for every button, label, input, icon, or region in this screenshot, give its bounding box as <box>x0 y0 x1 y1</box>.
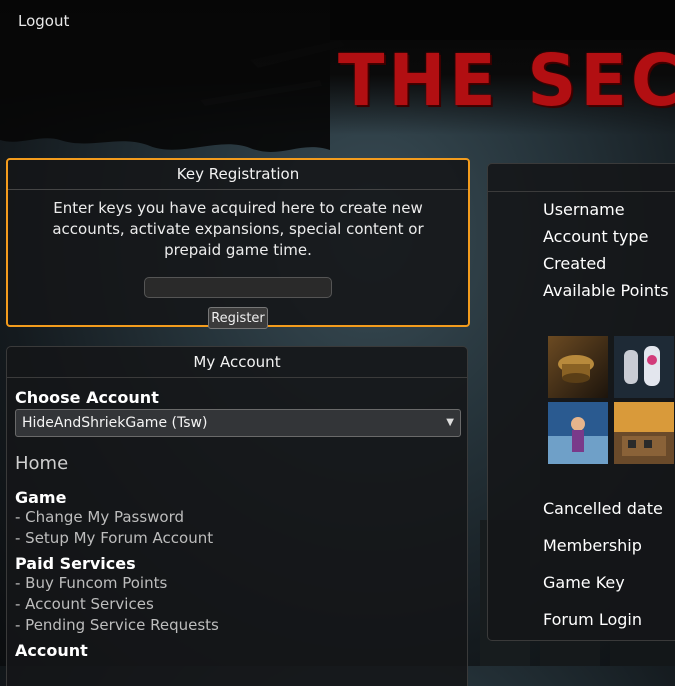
change-password-link[interactable]: - Change My Password <box>15 507 459 528</box>
register-button[interactable]: Register <box>208 307 268 329</box>
account-status-labels: Cancelled date Membership Game Key Forum… <box>543 498 663 646</box>
my-account-panel: My Account Choose Account HideAndShriekG… <box>6 346 468 686</box>
forum-login-link[interactable]: Forum Login <box>543 609 663 646</box>
dropdown-arrow-icon: ▼ <box>446 417 454 428</box>
game-thumbnail-4[interactable] <box>614 402 674 464</box>
account-select[interactable]: HideAndShriekGame (Tsw) ▼ <box>15 409 461 437</box>
choose-account-label: Choose Account <box>15 388 159 407</box>
cancelled-date-label: Cancelled date <box>543 499 663 518</box>
key-registration-description: Enter keys you have acquired here to cre… <box>52 199 424 259</box>
created-label: Created <box>543 254 607 273</box>
game-thumbnail-2[interactable] <box>614 336 674 398</box>
pending-service-requests-link[interactable]: - Pending Service Requests <box>15 615 459 636</box>
key-registration-title: Key Registration <box>8 160 468 190</box>
my-account-title: My Account <box>7 347 467 378</box>
account-info-labels: Username Account type Created Available … <box>543 200 669 308</box>
account-info-panel: Username Account type Created Available … <box>487 163 675 641</box>
account-heading: Account <box>15 641 88 660</box>
membership-label: Membership <box>543 536 642 555</box>
key-registration-panel: Key Registration Enter keys you have acq… <box>6 158 470 329</box>
paid-services-heading: Paid Services <box>15 554 136 573</box>
account-select-value: HideAndShriekGame (Tsw) <box>22 415 208 431</box>
logout-link[interactable]: Logout <box>18 12 69 30</box>
home-link[interactable]: Home <box>15 453 459 474</box>
username-label: Username <box>543 200 625 219</box>
account-info-title <box>488 164 675 192</box>
game-logo: THE SEC <box>338 44 675 120</box>
game-thumbnail-3[interactable] <box>548 402 608 464</box>
account-services-link[interactable]: - Account Services <box>15 594 459 615</box>
buy-funcom-points-link[interactable]: - Buy Funcom Points <box>15 573 459 594</box>
game-thumbnail-1[interactable] <box>548 336 608 398</box>
game-key-link[interactable]: Game Key <box>543 572 663 609</box>
available-points-label: Available Points <box>543 281 669 300</box>
game-heading: Game <box>15 488 67 507</box>
setup-forum-account-link[interactable]: - Setup My Forum Account <box>15 528 459 549</box>
account-type-label: Account type <box>543 227 649 246</box>
key-input[interactable] <box>144 277 332 298</box>
